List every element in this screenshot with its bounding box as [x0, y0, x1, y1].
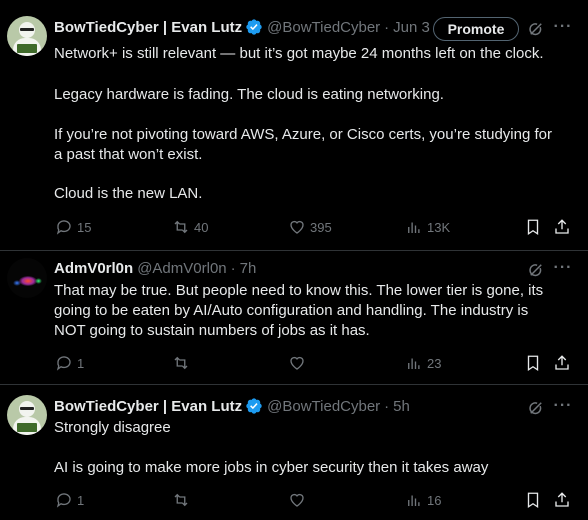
post-header: BowTiedCyber | Evan Lutz @BowTiedCyber ·…	[54, 396, 410, 416]
share-button[interactable]	[553, 353, 575, 373]
verified-badge-icon	[246, 19, 262, 35]
views-button[interactable]: 16	[405, 490, 441, 510]
avatar[interactable]	[7, 395, 47, 435]
views-button[interactable]: 13K	[405, 217, 450, 237]
reply-post[interactable]: BowTiedCyber | Evan Lutz @BowTiedCyber ·…	[0, 385, 588, 520]
reply-icon	[56, 356, 71, 371]
repost-button[interactable]	[172, 353, 194, 373]
views-button[interactable]: 23	[405, 353, 441, 373]
heart-icon	[290, 493, 304, 507]
views-icon	[408, 222, 420, 233]
main-post[interactable]: BowTiedCyber | Evan Lutz @BowTiedCyber ·…	[0, 0, 588, 250]
post-text-line: Strongly disagree	[54, 419, 171, 436]
post-text-line: Legacy hardware is fading. The cloud is …	[54, 86, 444, 103]
post-header: AdmV0rl0n @AdmV0rl0n · 7h	[54, 258, 256, 278]
separator: ·	[230, 259, 236, 277]
repost-icon	[174, 493, 188, 507]
bookmark-icon	[527, 219, 539, 236]
author-handle[interactable]: @BowTiedCyber	[267, 398, 380, 415]
share-button[interactable]	[553, 490, 575, 510]
reply-count: 15	[77, 219, 92, 235]
post-text-line: If you’re not pivoting toward AWS, Azure…	[54, 126, 552, 143]
bookmark-button[interactable]	[524, 490, 546, 510]
like-button[interactable]: 395	[288, 217, 332, 237]
reply-button[interactable]: 1	[55, 353, 84, 373]
like-button[interactable]	[288, 353, 310, 373]
bookmark-button[interactable]	[524, 217, 546, 237]
post-text-line: NOT going to sustain numbers of jobs as …	[54, 322, 370, 339]
author-handle[interactable]: @BowTiedCyber	[267, 19, 380, 36]
repost-icon	[174, 356, 188, 370]
timestamp[interactable]: 7h	[240, 260, 257, 277]
action-bar: 1 16	[0, 490, 588, 510]
avatar[interactable]	[7, 258, 47, 298]
repost-icon	[174, 220, 188, 234]
post-text-line: Cloud is the new LAN.	[54, 185, 203, 202]
action-bar: 1 23	[0, 353, 588, 373]
avatar[interactable]	[7, 16, 47, 56]
views-count: 23	[427, 355, 442, 371]
bookmark-icon	[527, 492, 539, 509]
views-icon	[408, 495, 420, 506]
reply-count: 1	[77, 355, 85, 371]
views-count: 13K	[427, 219, 451, 235]
share-button[interactable]	[553, 217, 575, 237]
post-text-line: That may be true. But people need to kno…	[54, 282, 544, 299]
verified-badge-icon	[246, 398, 262, 414]
timestamp[interactable]: 5h	[393, 398, 410, 415]
post-header: BowTiedCyber | Evan Lutz @BowTiedCyber ·…	[54, 17, 430, 37]
promote-button[interactable]: Promote	[433, 17, 519, 41]
reply-icon	[56, 493, 71, 508]
repost-button[interactable]	[172, 490, 194, 510]
author-name[interactable]: BowTiedCyber | Evan Lutz	[54, 398, 242, 415]
share-icon	[555, 492, 569, 507]
more-icon[interactable]: ···	[553, 396, 573, 416]
repost-count: 40	[194, 219, 209, 235]
timestamp[interactable]: Jun 3	[393, 19, 430, 36]
grok-icon[interactable]	[526, 398, 546, 418]
heart-icon	[290, 356, 304, 370]
separator: ·	[384, 18, 390, 36]
more-icon[interactable]: ···	[553, 258, 573, 278]
separator: ·	[384, 397, 390, 415]
like-button[interactable]	[288, 490, 310, 510]
reply-post[interactable]: AdmV0rl0n @AdmV0rl0n · 7h ··· That may b…	[0, 251, 588, 384]
like-count: 395	[310, 219, 332, 235]
author-name[interactable]: AdmV0rl0n	[54, 260, 133, 277]
post-text-line: a past that won’t exist.	[54, 146, 203, 163]
reply-button[interactable]: 15	[55, 217, 91, 237]
reply-count: 1	[77, 492, 85, 508]
post-text-line: Network+ is still relevant — but it’s go…	[54, 45, 544, 62]
grok-icon[interactable]	[526, 260, 546, 280]
bookmark-icon	[527, 355, 539, 372]
author-handle[interactable]: @AdmV0rl0n	[137, 260, 226, 277]
reply-button[interactable]: 1	[55, 490, 84, 510]
share-icon	[555, 355, 569, 370]
bookmark-button[interactable]	[524, 353, 546, 373]
views-icon	[408, 358, 420, 369]
more-icon[interactable]: ···	[553, 17, 573, 37]
grok-icon[interactable]	[526, 19, 546, 39]
share-icon	[555, 219, 569, 234]
post-text-line: AI is going to make more jobs in cyber s…	[54, 459, 489, 476]
post-text-line: going to be eaten by AI/Auto configurati…	[54, 302, 529, 319]
reply-thread: BowTiedCyber | Evan Lutz @BowTiedCyber ·…	[0, 0, 588, 520]
repost-button[interactable]: 40	[172, 217, 208, 237]
author-name[interactable]: BowTiedCyber | Evan Lutz	[54, 19, 242, 36]
views-count: 16	[427, 492, 442, 508]
action-bar: 15 40 395 13K	[0, 217, 588, 237]
heart-icon	[290, 220, 304, 234]
reply-icon	[56, 220, 71, 235]
